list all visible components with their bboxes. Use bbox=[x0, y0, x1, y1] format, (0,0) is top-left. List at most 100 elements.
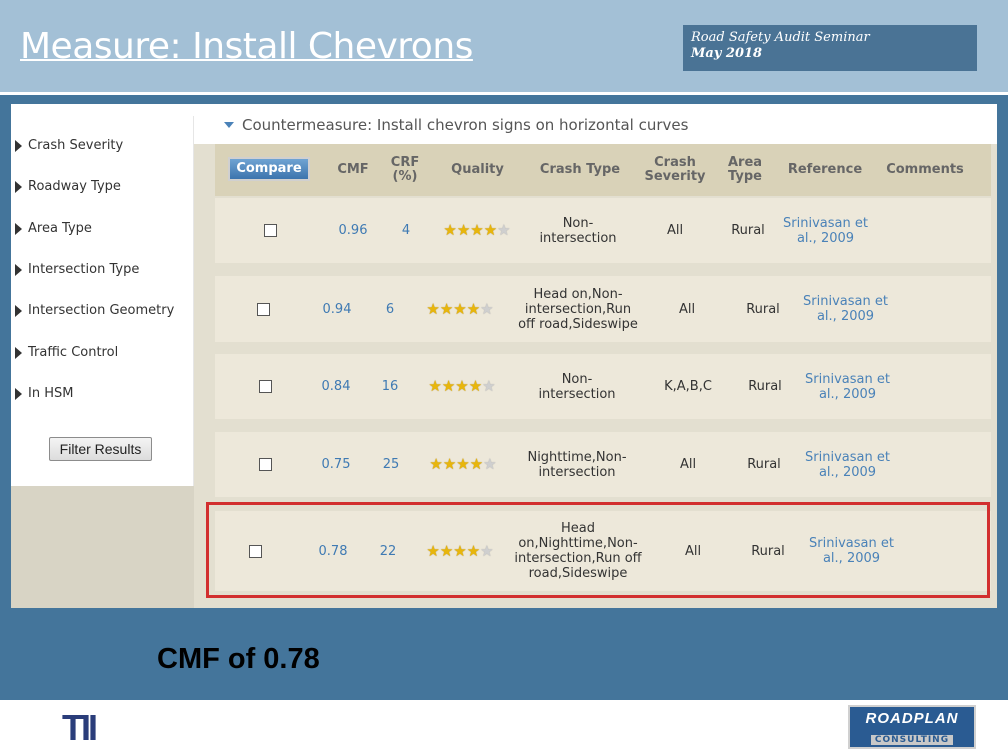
expand-triangle-icon bbox=[15, 180, 22, 193]
header-crash-severity[interactable]: Crash Severity bbox=[640, 144, 710, 196]
header-crash-type[interactable]: Crash Type bbox=[525, 144, 635, 196]
collapse-triangle-icon bbox=[224, 122, 234, 128]
crash-type: Head on,Non-intersection,Run off road,Si… bbox=[518, 286, 638, 332]
cmf-value[interactable]: 0.96 bbox=[333, 198, 373, 263]
area-type: Rural bbox=[731, 223, 765, 238]
tii-logo: TII bbox=[62, 707, 98, 748]
sidebar-item-traffic-control[interactable]: Traffic Control bbox=[15, 345, 118, 360]
sidebar-item-in-hsm[interactable]: In HSM bbox=[15, 386, 73, 401]
reference-link[interactable]: Srinivasan et al., 2009 bbox=[805, 432, 890, 497]
star-icon: ★ bbox=[470, 221, 484, 239]
star-icon: ★ bbox=[466, 299, 481, 318]
sidebar-item-label: In HSM bbox=[28, 386, 74, 401]
filter-results-button[interactable]: Filter Results bbox=[49, 437, 152, 461]
header-reference[interactable]: Reference bbox=[780, 144, 870, 196]
table-row: 0.96 4 ★ ★ ★ ★ ★ Non-intersection All Rural … bbox=[215, 198, 991, 263]
tii-logo-mark: TII bbox=[62, 707, 98, 748]
expand-triangle-icon bbox=[15, 304, 22, 317]
expand-triangle-icon bbox=[15, 346, 22, 359]
row-checkbox-cell[interactable] bbox=[250, 432, 280, 497]
sidebar-item-crash-severity[interactable]: Crash Severity bbox=[15, 138, 123, 153]
crf-value: 6 bbox=[385, 301, 395, 317]
header-area-type[interactable]: Area Type bbox=[720, 144, 770, 196]
area-type: Rural bbox=[748, 379, 782, 394]
sidebar-item-label: Area Type bbox=[28, 221, 92, 236]
seminar-box: Road Safety Audit Seminar May 2018 bbox=[683, 25, 977, 71]
star-icon: ★ bbox=[456, 455, 470, 473]
star-icon: ★ bbox=[469, 455, 484, 473]
roadplan-logo: ROADPLAN CONSULTING bbox=[848, 705, 976, 749]
header-comments[interactable]: Comments bbox=[880, 144, 970, 196]
header-crf[interactable]: CRF (%) bbox=[383, 144, 427, 196]
sidebar-item-label: Crash Severity bbox=[28, 138, 124, 153]
star-icon: ★ bbox=[429, 455, 443, 473]
cmf-value[interactable]: 0.75 bbox=[316, 432, 356, 497]
countermeasure-title: Countermeasure: Install chevron signs on… bbox=[242, 116, 689, 134]
cmf-value[interactable]: 0.94 bbox=[317, 276, 357, 342]
quality-stars: ★ ★ ★ ★ ★ bbox=[423, 432, 503, 497]
star-empty-icon: ★ bbox=[483, 455, 497, 473]
roadplan-logo-subtitle: CONSULTING bbox=[870, 735, 954, 745]
crash-type: Nighttime,Non-intersection bbox=[527, 449, 627, 480]
reference-link[interactable]: Srinivasan et al., 2009 bbox=[803, 276, 888, 342]
expand-triangle-icon bbox=[15, 263, 22, 276]
header-cmf[interactable]: CMF bbox=[333, 144, 373, 196]
table-row: 0.75 25 ★ ★ ★ ★ ★ Nighttime,Non-intersection… bbox=[215, 432, 991, 497]
star-empty-icon: ★ bbox=[480, 299, 494, 318]
sidebar-item-label: Traffic Control bbox=[28, 345, 119, 360]
star-icon: ★ bbox=[426, 299, 440, 318]
sidebar-item-label: Intersection Type bbox=[28, 262, 140, 277]
crash-severity: All bbox=[666, 223, 684, 238]
header-divider bbox=[0, 92, 1008, 95]
slide-footer: TII ROADPLAN CONSULTING bbox=[0, 700, 1008, 756]
star-icon: ★ bbox=[428, 377, 442, 395]
roadplan-logo-name: ROADPLAN bbox=[865, 710, 959, 727]
star-icon: ★ bbox=[455, 377, 469, 395]
quality-stars: ★ ★ ★ ★ ★ bbox=[422, 354, 502, 419]
compare-button[interactable]: Compare bbox=[228, 157, 310, 181]
expand-triangle-icon bbox=[15, 387, 22, 400]
sidebar-background bbox=[11, 486, 194, 608]
sidebar-item-intersection-type[interactable]: Intersection Type bbox=[15, 262, 139, 277]
compare-checkbox[interactable] bbox=[263, 224, 277, 237]
cmf-value[interactable]: 0.84 bbox=[316, 354, 356, 419]
reference-link[interactable]: Srinivasan et al., 2009 bbox=[783, 198, 868, 263]
sidebar-item-area-type[interactable]: Area Type bbox=[15, 221, 92, 236]
star-empty-icon: ★ bbox=[482, 377, 496, 395]
row-checkbox-cell[interactable] bbox=[255, 198, 285, 263]
compare-checkbox[interactable] bbox=[256, 302, 270, 316]
quality-stars: ★ ★ ★ ★ ★ bbox=[420, 276, 500, 342]
sidebar-item-intersection-geometry[interactable]: Intersection Geometry bbox=[15, 303, 174, 318]
compare-checkbox[interactable] bbox=[258, 458, 272, 471]
crash-type: Non-intersection bbox=[538, 371, 616, 402]
expand-triangle-icon bbox=[15, 139, 22, 152]
compare-checkbox[interactable] bbox=[258, 380, 272, 393]
crash-severity: All bbox=[679, 457, 697, 472]
quality-stars: ★ ★ ★ ★ ★ bbox=[437, 198, 517, 263]
seminar-date: May 2018 bbox=[691, 46, 763, 61]
star-icon: ★ bbox=[441, 377, 456, 395]
reference-link[interactable]: Srinivasan et al., 2009 bbox=[805, 354, 890, 419]
area-type: Rural bbox=[746, 301, 780, 317]
area-type: Rural bbox=[747, 457, 781, 472]
seminar-title: Road Safety Audit Seminar bbox=[691, 30, 870, 45]
sidebar-item-label: Intersection Geometry bbox=[28, 303, 175, 318]
star-icon: ★ bbox=[456, 221, 471, 239]
star-empty-icon: ★ bbox=[497, 221, 511, 239]
star-icon: ★ bbox=[468, 377, 483, 395]
filter-sidebar: Crash Severity Roadway Type Area Type In… bbox=[11, 116, 194, 486]
sidebar-item-roadway-type[interactable]: Roadway Type bbox=[15, 179, 121, 194]
star-icon: ★ bbox=[483, 221, 498, 239]
row-checkbox-cell[interactable] bbox=[250, 354, 280, 419]
crash-severity: All bbox=[678, 301, 696, 317]
sidebar-item-label: Roadway Type bbox=[28, 179, 121, 194]
crf-value: 16 bbox=[381, 379, 399, 394]
header-quality[interactable]: Quality bbox=[440, 144, 515, 196]
table-header: Compare CMF CRF (%) Quality Crash Type C… bbox=[215, 144, 991, 196]
crf-value: 4 bbox=[401, 223, 411, 238]
row-checkbox-cell[interactable] bbox=[248, 276, 278, 342]
highlight-box bbox=[206, 502, 990, 598]
countermeasure-toggle[interactable]: Countermeasure: Install chevron signs on… bbox=[224, 116, 688, 134]
star-icon: ★ bbox=[443, 221, 457, 239]
cmf-callout: CMF of 0.78 bbox=[157, 643, 320, 675]
